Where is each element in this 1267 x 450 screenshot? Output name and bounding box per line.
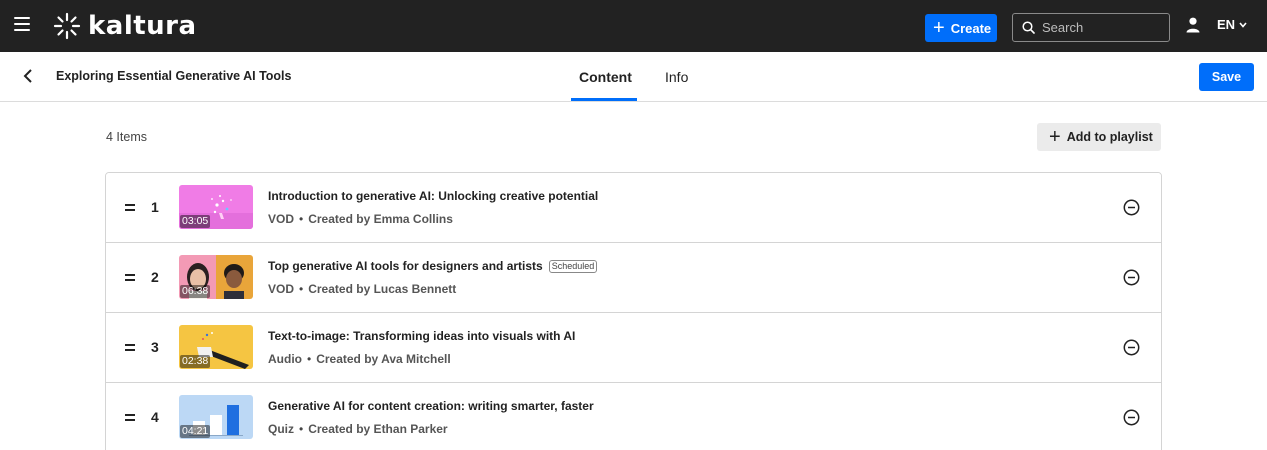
entry-title[interactable]: Text-to-image: Transforming ideas into v… (268, 329, 575, 343)
entry-type: Quiz (268, 422, 294, 436)
create-button[interactable]: + Create (925, 14, 997, 42)
entry-creator: Created by Ethan Parker (308, 422, 448, 436)
language-label: EN (1217, 17, 1236, 32)
separator-dot: • (299, 422, 304, 436)
entry-thumbnail[interactable]: 03:05 (179, 185, 253, 229)
search-icon (1022, 21, 1035, 34)
items-count: 4 Items (106, 130, 147, 144)
remove-item-icon[interactable] (1123, 409, 1140, 426)
duration-label: 04:21 (180, 425, 211, 438)
duration-label: 03:05 (180, 215, 211, 228)
hamburger-menu-icon[interactable] (14, 17, 30, 31)
tab-content[interactable]: Content (579, 69, 632, 85)
entry-type: VOD (268, 212, 295, 226)
search-input[interactable] (1042, 20, 1162, 35)
page-title: Exploring Essential Generative AI Tools (56, 69, 292, 83)
playlist-row: 4 04:21 Generative AI for content creati… (106, 383, 1161, 450)
playlist-row: 3 02:38 Text-to-image: Transforming idea… (106, 313, 1161, 383)
entry-title[interactable]: Top generative AI tools for designers an… (268, 259, 598, 273)
separator-dot: • (299, 282, 304, 296)
entry-title-text: Introduction to generative AI: Unlocking… (268, 189, 599, 203)
search-box[interactable] (1012, 13, 1170, 42)
separator-dot: • (307, 352, 312, 366)
chevron-down-icon (1239, 21, 1247, 28)
duration-label: 02:38 (180, 355, 211, 368)
remove-item-icon[interactable] (1123, 269, 1140, 286)
status-badge: Scheduled (548, 260, 598, 273)
drag-handle-icon[interactable] (125, 274, 135, 282)
save-button[interactable]: Save (1199, 63, 1254, 91)
entry-thumbnail[interactable]: 04:21 (179, 395, 253, 439)
plus-icon: + (1049, 126, 1061, 148)
tab-info[interactable]: Info (665, 69, 688, 85)
remove-item-icon[interactable] (1123, 199, 1140, 216)
top-navigation-bar: kaltura + Create EN (0, 0, 1267, 52)
entry-title-text: Text-to-image: Transforming ideas into v… (268, 329, 576, 343)
page-header: Exploring Essential Generative AI Tools … (0, 52, 1267, 102)
active-tab-indicator (571, 98, 637, 101)
entry-title[interactable]: Introduction to generative AI: Unlocking… (268, 189, 598, 203)
logo-text: kaltura (88, 11, 197, 41)
kaltura-asterisk-icon (53, 12, 81, 40)
item-index: 2 (151, 269, 159, 285)
playlist-items-list: 1 03:05 Introduction to generative AI: U… (105, 172, 1162, 450)
item-index: 1 (151, 199, 159, 215)
playlist-row: 2 06:38 Top generative AI tools for desi… (106, 243, 1161, 313)
remove-item-icon[interactable] (1123, 339, 1140, 356)
plus-icon: + (933, 17, 945, 39)
create-button-label: Create (950, 20, 992, 36)
entry-thumbnail[interactable]: 02:38 (179, 325, 253, 369)
entry-creator: Created by Ava Mitchell (316, 352, 451, 366)
entry-type: VOD (268, 282, 295, 296)
entry-title-text: Generative AI for content creation: writ… (268, 399, 594, 413)
kaltura-logo[interactable]: kaltura (52, 11, 197, 41)
entry-title-text: Top generative AI tools for designers an… (268, 259, 543, 273)
separator-dot: • (299, 212, 304, 226)
entry-meta: VOD • Created by Lucas Bennett (268, 282, 456, 296)
playlist-row: 1 03:05 Introduction to generative AI: U… (106, 173, 1161, 243)
item-index: 4 (151, 409, 159, 425)
entry-type: Audio (268, 352, 302, 366)
duration-label: 06:38 (180, 285, 211, 298)
item-index: 3 (151, 339, 159, 355)
entry-thumbnail[interactable]: 06:38 (179, 255, 253, 299)
add-to-playlist-label: Add to playlist (1066, 130, 1153, 144)
add-to-playlist-button[interactable]: + Add to playlist (1037, 123, 1161, 151)
back-arrow-icon[interactable] (22, 68, 34, 84)
entry-creator: Created by Lucas Bennett (308, 282, 457, 296)
user-icon[interactable] (1186, 17, 1200, 33)
entry-title[interactable]: Generative AI for content creation: writ… (268, 399, 594, 413)
drag-handle-icon[interactable] (125, 204, 135, 212)
entry-meta: Audio • Created by Ava Mitchell (268, 352, 451, 366)
language-selector[interactable]: EN (1217, 17, 1247, 32)
drag-handle-icon[interactable] (125, 344, 135, 352)
entry-creator: Created by Emma Collins (308, 212, 453, 226)
drag-handle-icon[interactable] (125, 414, 135, 422)
entry-meta: Quiz • Created by Ethan Parker (268, 422, 448, 436)
entry-meta: VOD • Created by Emma Collins (268, 212, 453, 226)
